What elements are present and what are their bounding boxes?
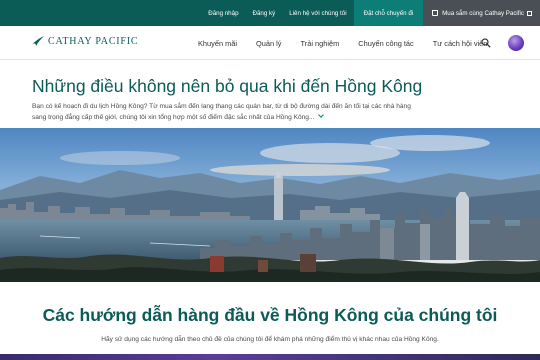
shop-label: Mua sắm cùng Cathay Pacific	[442, 9, 524, 17]
avatar[interactable]	[508, 35, 524, 51]
brand-logo[interactable]: CATHAY PACIFIC	[31, 35, 138, 47]
guides-card-strip	[0, 354, 540, 360]
logo-brushwing-icon	[32, 36, 44, 46]
nav-item-membership[interactable]: Tư cách hội viên	[433, 39, 488, 48]
contact-link[interactable]: Liên hệ với chúng tôi	[282, 0, 353, 26]
shopping-bag-icon	[432, 10, 439, 16]
register-link[interactable]: Đăng ký	[246, 0, 283, 26]
chevron-down-icon[interactable]	[318, 112, 325, 118]
brand-name: CATHAY PACIFIC	[48, 35, 139, 47]
search-icon[interactable]	[481, 38, 491, 48]
shop-button[interactable]: Mua sắm cùng Cathay Pacific	[423, 0, 540, 26]
book-trip-button[interactable]: Đặt chỗ chuyến đi	[353, 0, 424, 26]
utility-bar: Đăng nhập Đăng ký Liên hệ với chúng tôi …	[0, 0, 540, 26]
nav-item-business-travel[interactable]: Chuyến công tác	[358, 39, 413, 48]
hong-kong-skyline-image	[0, 128, 540, 282]
guides-title: Các hướng dẫn hàng đầu về Hồng Kông của …	[42, 305, 498, 325]
external-link-icon	[527, 10, 532, 16]
hero-description: Bạn có kế hoạch đi du lịch Hồng Kông? Từ…	[32, 101, 412, 123]
hero-description-text: Bạn có kế hoạch đi du lịch Hồng Kông? Từ…	[32, 103, 411, 121]
nav-item-experience[interactable]: Trải nghiệm	[301, 39, 340, 48]
guides-subtitle: Hãy sử dụng các hướng dẫn theo chủ đề củ…	[101, 336, 439, 343]
nav-item-promotions[interactable]: Khuyến mãi	[198, 39, 237, 48]
page-title: Những điều không nên bỏ qua khi đến Hồng…	[32, 76, 423, 96]
main-navigation: CATHAY PACIFIC Khuyến mãi Quản lý Trải n…	[0, 26, 540, 60]
nav-menu: Khuyến mãi Quản lý Trải nghiệm Chuyến cô…	[198, 26, 506, 60]
login-link[interactable]: Đăng nhập	[201, 0, 245, 26]
book-trip-label: Đặt chỗ chuyến đi	[363, 9, 414, 17]
nav-item-manage[interactable]: Quản lý	[256, 39, 281, 48]
